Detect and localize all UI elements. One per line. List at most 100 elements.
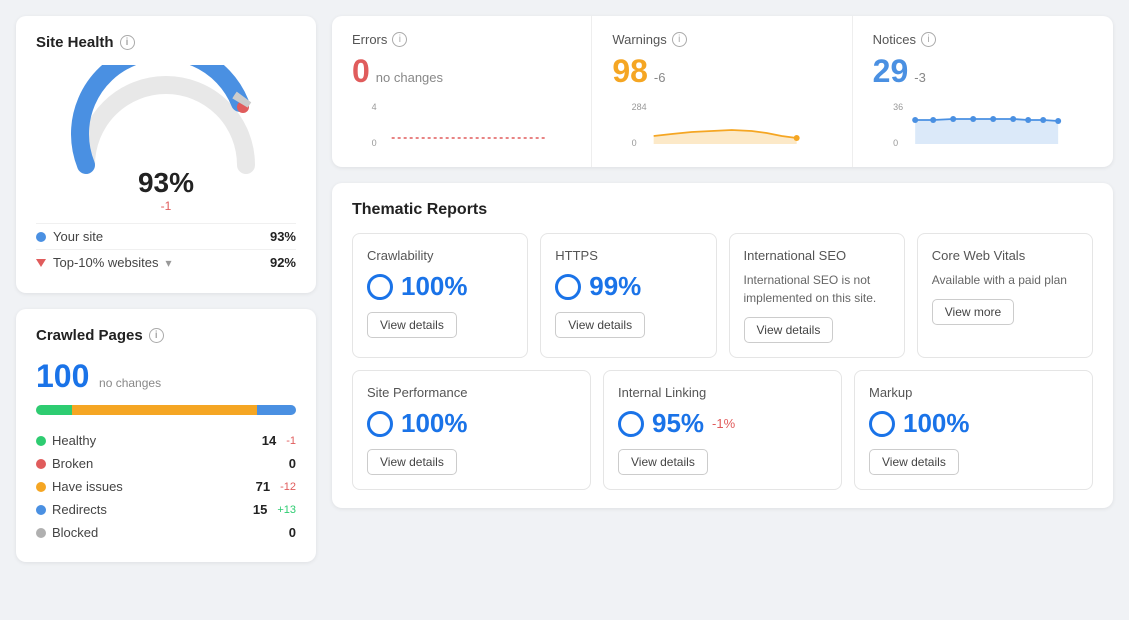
blocked-dot bbox=[36, 528, 46, 538]
stat-healthy: Healthy 14 -1 bbox=[36, 429, 296, 452]
report-markup: Markup 100% View details bbox=[854, 370, 1093, 490]
notices-value: 29 bbox=[873, 53, 909, 90]
intl-seo-view-btn[interactable]: View details bbox=[744, 317, 834, 343]
crawlability-view-btn[interactable]: View details bbox=[367, 312, 457, 338]
site-performance-view-btn[interactable]: View details bbox=[367, 449, 457, 475]
warnings-chart: 284 0 bbox=[612, 98, 831, 148]
redirects-delta: +13 bbox=[277, 504, 296, 516]
healthy-dot bbox=[36, 436, 46, 446]
pb-redirects bbox=[257, 405, 296, 415]
core-web-vitals-name: Core Web Vitals bbox=[932, 248, 1078, 263]
warnings-label: Warnings i bbox=[612, 32, 831, 47]
https-name: HTTPS bbox=[555, 248, 701, 263]
crawlability-pct: 100% bbox=[401, 271, 468, 302]
notices-metric: Notices i 29 -3 36 0 bbox=[853, 16, 1113, 167]
site-health-card: Site Health i 93% -1 bbox=[16, 16, 316, 293]
markup-name: Markup bbox=[869, 385, 1078, 400]
issues-val: 71 bbox=[246, 479, 270, 494]
svg-text:4: 4 bbox=[372, 102, 377, 112]
crawled-count-row: 100 no changes bbox=[36, 358, 296, 395]
site-legend-yoursite: Your site 93% bbox=[36, 223, 296, 249]
redirects-dot bbox=[36, 505, 46, 515]
stat-broken: Broken 0 bbox=[36, 452, 296, 475]
stat-have-issues: Have issues 71 -12 bbox=[36, 475, 296, 498]
crawlability-pct-row: 100% bbox=[367, 271, 513, 302]
site-health-title: Site Health i bbox=[36, 34, 296, 51]
errors-value: 0 bbox=[352, 53, 370, 90]
svg-text:284: 284 bbox=[632, 102, 647, 112]
gauge-percentage: 93% bbox=[138, 167, 194, 199]
internal-linking-view-btn[interactable]: View details bbox=[618, 449, 708, 475]
svg-text:36: 36 bbox=[893, 102, 903, 112]
markup-view-btn[interactable]: View details bbox=[869, 449, 959, 475]
notices-chart: 36 0 bbox=[873, 98, 1093, 148]
markup-pct: 100% bbox=[903, 408, 970, 439]
stat-redirects: Redirects 15 +13 bbox=[36, 498, 296, 521]
crawled-pages-card: Crawled Pages i 100 no changes Healthy 1… bbox=[16, 309, 316, 562]
crawlability-circle bbox=[367, 274, 393, 300]
https-circle bbox=[555, 274, 581, 300]
warnings-delta: -6 bbox=[654, 70, 666, 85]
site-legend-top10: Top-10% websites ▾ 92% bbox=[36, 249, 296, 275]
healthy-val: 14 bbox=[252, 433, 276, 448]
site-health-info-icon[interactable]: i bbox=[120, 35, 135, 50]
site-performance-pct-row: 100% bbox=[367, 408, 576, 439]
intl-seo-desc: International SEO is not implemented on … bbox=[744, 271, 890, 307]
yoursite-dot bbox=[36, 232, 46, 242]
errors-value-row: 0 no changes bbox=[352, 53, 571, 90]
crawled-count: 100 bbox=[36, 358, 89, 395]
pb-healthy bbox=[36, 405, 72, 415]
pb-issues bbox=[72, 405, 257, 415]
thematic-row2: Site Performance 100% View details Inter… bbox=[352, 370, 1093, 490]
notices-text: Notices bbox=[873, 32, 916, 47]
warnings-info-icon[interactable]: i bbox=[672, 32, 687, 47]
internal-linking-delta: -1% bbox=[712, 416, 735, 431]
report-crawlability: Crawlability 100% View details bbox=[352, 233, 528, 358]
warnings-text: Warnings bbox=[612, 32, 666, 47]
broken-dot bbox=[36, 459, 46, 469]
notices-info-icon[interactable]: i bbox=[921, 32, 936, 47]
report-internal-linking: Internal Linking 95% -1% View details bbox=[603, 370, 842, 490]
internal-linking-pct-row: 95% -1% bbox=[618, 408, 827, 439]
crawlability-name: Crawlability bbox=[367, 248, 513, 263]
warnings-value: 98 bbox=[612, 53, 648, 90]
notices-value-row: 29 -3 bbox=[873, 53, 1093, 90]
site-health-label: Site Health bbox=[36, 34, 114, 51]
internal-linking-name: Internal Linking bbox=[618, 385, 827, 400]
redirects-val: 15 bbox=[243, 502, 267, 517]
report-https: HTTPS 99% View details bbox=[540, 233, 716, 358]
top10-expand-icon[interactable]: ▾ bbox=[166, 256, 172, 270]
top10-icon bbox=[36, 259, 46, 267]
notices-label: Notices i bbox=[873, 32, 1093, 47]
thematic-row1: Crawlability 100% View details HTTPS 99%… bbox=[352, 233, 1093, 358]
warnings-value-row: 98 -6 bbox=[612, 53, 831, 90]
internal-linking-pct: 95% bbox=[652, 408, 704, 439]
blocked-label: Blocked bbox=[52, 525, 266, 540]
errors-chart: 4 0 bbox=[352, 98, 571, 148]
issues-label: Have issues bbox=[52, 479, 240, 494]
https-view-btn[interactable]: View details bbox=[555, 312, 645, 338]
errors-info-icon[interactable]: i bbox=[392, 32, 407, 47]
report-site-performance: Site Performance 100% View details bbox=[352, 370, 591, 490]
blocked-val: 0 bbox=[272, 525, 296, 540]
healthy-label: Healthy bbox=[52, 433, 246, 448]
metrics-row: Errors i 0 no changes 4 0 Warnings i bbox=[332, 16, 1113, 167]
errors-metric: Errors i 0 no changes 4 0 bbox=[332, 16, 592, 167]
https-pct-row: 99% bbox=[555, 271, 701, 302]
top10-label: Top-10% websites bbox=[53, 255, 159, 270]
thematic-reports-title: Thematic Reports bbox=[352, 201, 1093, 219]
crawled-pages-label: Crawled Pages bbox=[36, 327, 143, 344]
warnings-metric: Warnings i 98 -6 284 0 bbox=[592, 16, 852, 167]
redirects-label: Redirects bbox=[52, 502, 237, 517]
svg-text:0: 0 bbox=[372, 138, 377, 148]
yoursite-label: Your site bbox=[53, 229, 103, 244]
crawled-pages-info-icon[interactable]: i bbox=[149, 328, 164, 343]
core-web-vitals-view-btn[interactable]: View more bbox=[932, 299, 1014, 325]
report-intl-seo: International SEO International SEO is n… bbox=[729, 233, 905, 358]
site-performance-name: Site Performance bbox=[367, 385, 576, 400]
report-core-web-vitals: Core Web Vitals Available with a paid pl… bbox=[917, 233, 1093, 358]
issues-dot bbox=[36, 482, 46, 492]
errors-text: Errors bbox=[352, 32, 387, 47]
markup-circle bbox=[869, 411, 895, 437]
gauge-svg bbox=[66, 65, 266, 175]
